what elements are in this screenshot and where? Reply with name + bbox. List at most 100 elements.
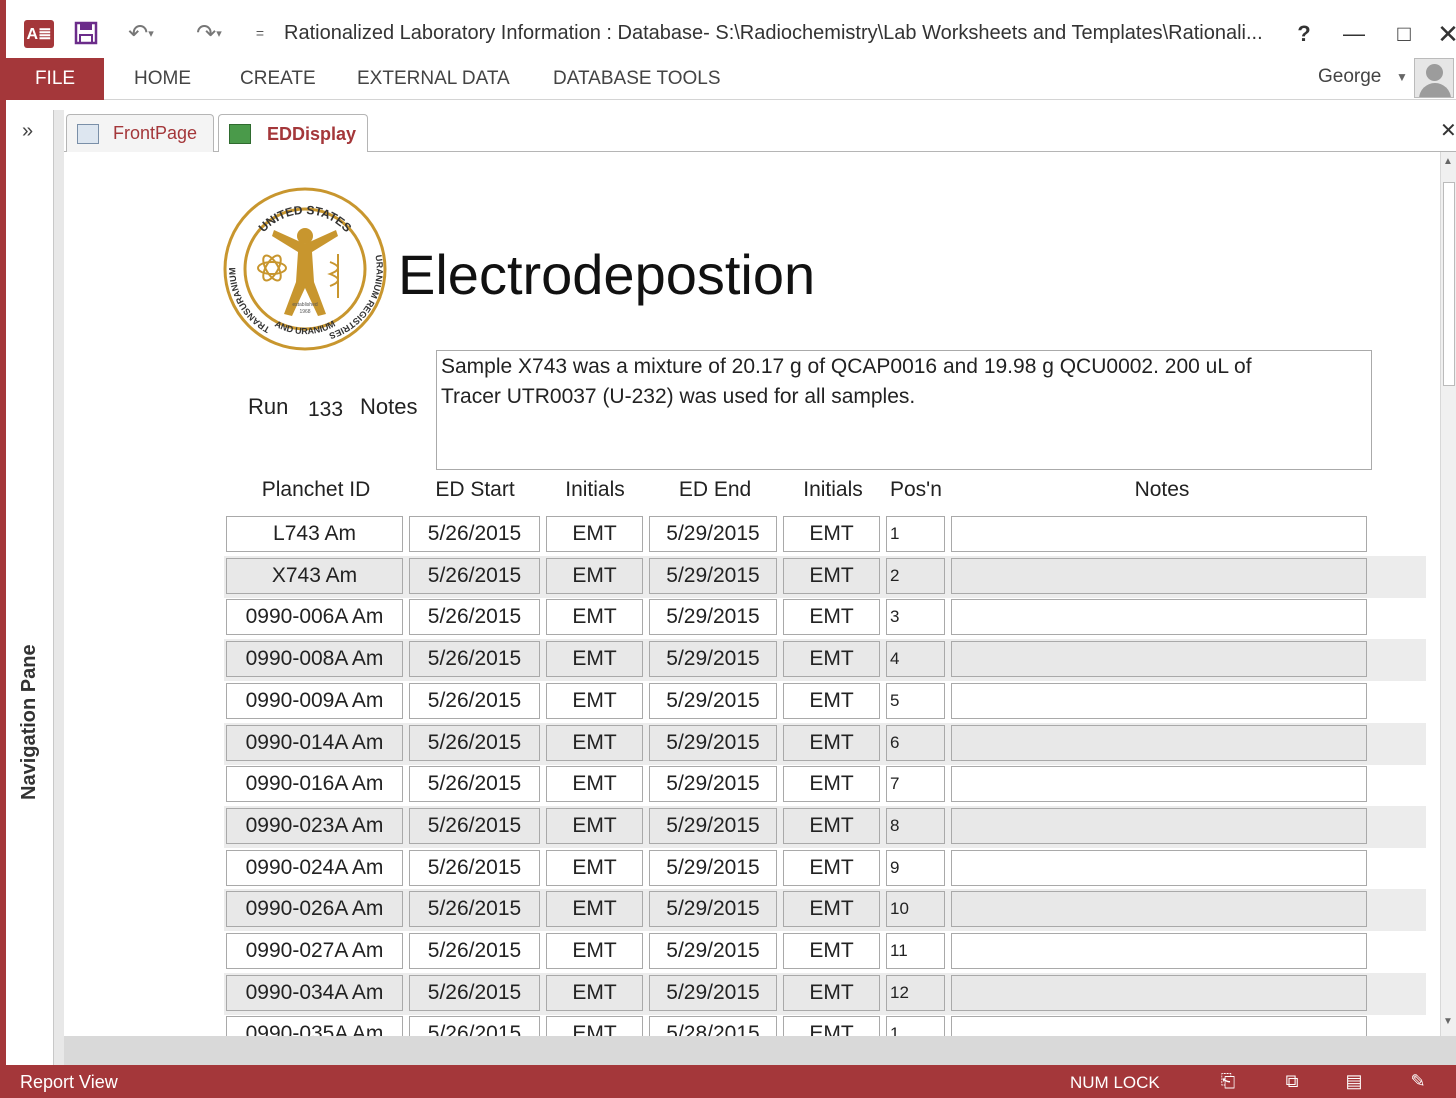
planchet-id-cell: 0990-024A Am	[226, 850, 403, 886]
logo-established: established	[292, 302, 318, 308]
minimize-icon[interactable]: —	[1336, 16, 1372, 52]
redo-icon[interactable]: ↷ ▾	[186, 18, 232, 48]
start-initials-cell: EMT	[546, 933, 643, 969]
close-icon[interactable]: ✕	[1430, 16, 1456, 52]
access-app-icon[interactable]: A≣	[24, 20, 54, 48]
end-initials-cell: EMT	[783, 808, 880, 844]
planchet-id-cell: 0990-026A Am	[226, 891, 403, 927]
column-header-position: Pos'n	[890, 478, 942, 501]
table-row: L743 Am 5/26/2015 EMT 5/29/2015 EMT 1	[224, 514, 1426, 556]
end-initials-cell: EMT	[783, 558, 880, 594]
column-header-notes: Notes	[1134, 478, 1190, 501]
ed-start-cell: 5/26/2015	[409, 683, 540, 719]
ed-start-cell: 5/26/2015	[409, 641, 540, 677]
help-icon[interactable]: ?	[1286, 16, 1322, 52]
start-initials-cell: EMT	[546, 891, 643, 927]
save-icon[interactable]	[72, 18, 100, 48]
design-view-icon[interactable]: ✎	[1406, 1070, 1430, 1092]
scroll-up-icon[interactable]: ▲	[1443, 156, 1453, 167]
tab-file[interactable]: FILE	[6, 58, 104, 100]
planchet-id-cell: 0990-023A Am	[226, 808, 403, 844]
start-initials-cell: EMT	[546, 808, 643, 844]
nav-splitter[interactable]	[54, 110, 64, 1065]
row-notes-cell	[951, 725, 1367, 761]
column-header-ed-end: ED End	[678, 478, 752, 501]
print-preview-icon[interactable]: ⧉	[1280, 1070, 1304, 1092]
row-notes-cell	[951, 641, 1367, 677]
scroll-thumb[interactable]	[1443, 182, 1455, 386]
tab-database-tools[interactable]: DATABASE TOOLS	[553, 58, 721, 100]
position-cell: 1	[886, 1016, 945, 1036]
position-cell: 4	[886, 641, 945, 677]
planchet-id-cell: 0990-014A Am	[226, 725, 403, 761]
layout-view-icon[interactable]: ▤	[1342, 1070, 1366, 1092]
navigation-pane-label[interactable]: Navigation Pane	[18, 644, 41, 800]
ed-start-cell: 5/26/2015	[409, 933, 540, 969]
chevron-down-icon[interactable]: ▼	[1396, 70, 1408, 84]
end-initials-cell: EMT	[783, 766, 880, 802]
position-cell: 1	[886, 516, 945, 552]
start-initials-cell: EMT	[546, 683, 643, 719]
start-initials-cell: EMT	[546, 766, 643, 802]
user-name[interactable]: George	[1318, 66, 1381, 88]
run-label: Run	[248, 394, 289, 419]
row-notes-cell	[951, 558, 1367, 594]
row-notes-cell	[951, 766, 1367, 802]
planchet-id-cell: 0990-008A Am	[226, 641, 403, 677]
row-notes-cell	[951, 599, 1367, 635]
end-initials-cell: EMT	[783, 933, 880, 969]
ustur-logo: UNITED STATES TRANSURANIUM URANIUM REGIS…	[223, 187, 387, 351]
end-initials-cell: EMT	[783, 516, 880, 552]
avatar-icon[interactable]	[1414, 58, 1454, 98]
position-cell: 7	[886, 766, 945, 802]
status-view-text: Report View	[20, 1072, 118, 1092]
end-initials-cell: EMT	[783, 599, 880, 635]
report-view: UNITED STATES TRANSURANIUM URANIUM REGIS…	[64, 152, 1440, 1036]
tab-home[interactable]: HOME	[134, 58, 191, 100]
vertical-scrollbar[interactable]: ▲ ▼	[1440, 152, 1456, 1036]
table-row: 0990-009A Am 5/26/2015 EMT 5/29/2015 EMT 5	[224, 681, 1426, 723]
start-initials-cell: EMT	[546, 1016, 643, 1036]
ed-start-cell: 5/26/2015	[409, 975, 540, 1011]
row-notes-cell	[951, 1016, 1367, 1036]
doc-tab-frontpage[interactable]: FrontPage	[66, 114, 214, 152]
report-view-icon[interactable]: ⎗	[1216, 1070, 1240, 1092]
row-notes-cell	[951, 850, 1367, 886]
planchet-id-cell: 0990-006A Am	[226, 599, 403, 635]
ed-end-cell: 5/29/2015	[649, 558, 777, 594]
ed-end-cell: 5/29/2015	[649, 725, 777, 761]
table-row: 0990-006A Am 5/26/2015 EMT 5/29/2015 EMT 3	[224, 597, 1426, 639]
ed-end-cell: 5/29/2015	[649, 850, 777, 886]
start-initials-cell: EMT	[546, 641, 643, 677]
position-cell: 9	[886, 850, 945, 886]
row-notes-cell	[951, 975, 1367, 1011]
tab-create[interactable]: CREATE	[240, 58, 316, 100]
ed-start-cell: 5/26/2015	[409, 808, 540, 844]
end-initials-cell: EMT	[783, 850, 880, 886]
end-initials-cell: EMT	[783, 975, 880, 1011]
undo-icon[interactable]: ↶ ▾	[118, 18, 164, 48]
close-document-icon[interactable]: ✕	[1440, 118, 1456, 143]
navigation-pane[interactable]: » Navigation Pane	[6, 110, 54, 1065]
title-bar: A≣ ↶ ▾ ↷ ▾ = Rationalized Laboratory Inf…	[6, 0, 1456, 58]
ed-start-cell: 5/26/2015	[409, 516, 540, 552]
ed-end-cell: 5/29/2015	[649, 516, 777, 552]
tab-external-data[interactable]: EXTERNAL DATA	[357, 58, 510, 100]
customize-quick-access-icon[interactable]: =	[250, 18, 270, 48]
maximize-icon[interactable]: □	[1386, 16, 1422, 52]
start-initials-cell: EMT	[546, 975, 643, 1011]
doc-tab-eddisplay[interactable]: EDDisplay	[218, 114, 368, 153]
position-cell: 11	[886, 933, 945, 969]
table-row: 0990-034A Am 5/26/2015 EMT 5/29/2015 EMT 12	[224, 973, 1426, 1015]
row-notes-cell	[951, 683, 1367, 719]
doc-tab-label: FrontPage	[113, 123, 198, 143]
planchet-id-cell: 0990-035A Am	[226, 1016, 403, 1036]
planchet-id-cell: 0990-034A Am	[226, 975, 403, 1011]
expand-nav-icon[interactable]: »	[22, 120, 33, 143]
ed-end-cell: 5/29/2015	[649, 641, 777, 677]
notes-line: Tracer UTR0037 (U-232) was used for all …	[441, 385, 916, 408]
end-initials-cell: EMT	[783, 891, 880, 927]
ed-end-cell: 5/29/2015	[649, 808, 777, 844]
end-initials-cell: EMT	[783, 641, 880, 677]
scroll-down-icon[interactable]: ▼	[1443, 1016, 1453, 1027]
